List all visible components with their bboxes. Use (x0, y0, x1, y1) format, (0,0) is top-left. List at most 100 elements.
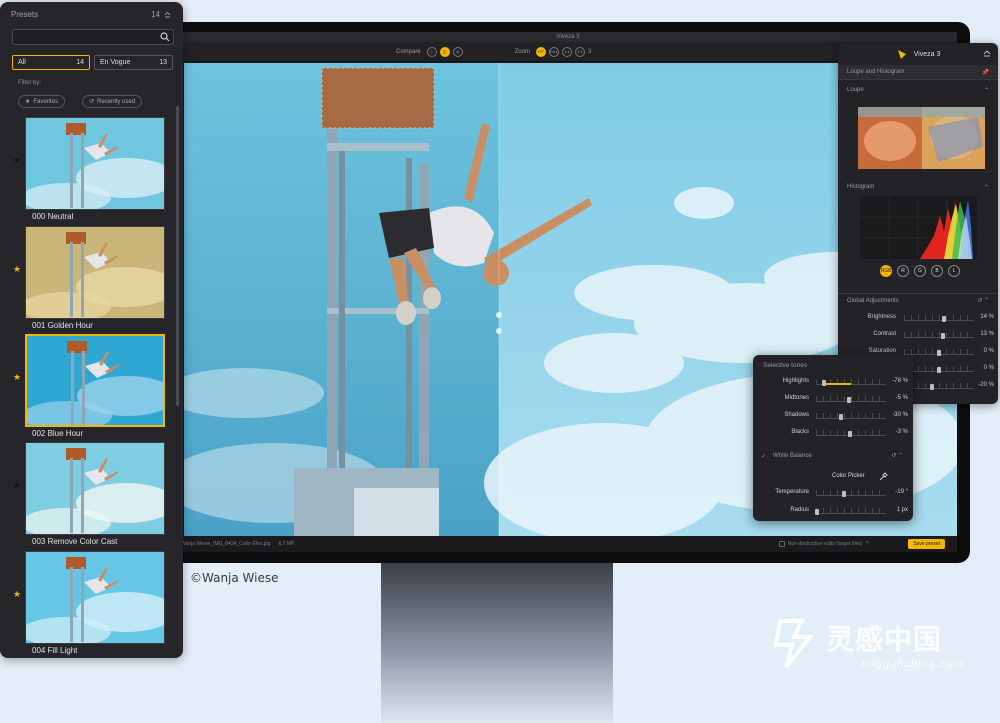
zoom-2-1-button[interactable]: 2:1 (575, 46, 586, 57)
reset-icon[interactable]: ↺ (891, 453, 896, 459)
slider-track[interactable] (816, 418, 886, 419)
favorite-star-icon[interactable]: ★ (13, 589, 21, 600)
adjustments-panel: Viveza 3 Loupe and Histogram 📌 Loupe ⌃ H… (838, 43, 998, 404)
slider-track[interactable] (904, 320, 974, 321)
presets-scrollbar[interactable] (176, 106, 179, 406)
tab-all[interactable]: All 14 (12, 55, 90, 70)
slider-track[interactable] (816, 401, 886, 402)
slider-handle[interactable] (941, 333, 946, 339)
channel-g-button[interactable]: G (914, 265, 926, 277)
zoom-fit-button[interactable]: FIT (536, 46, 547, 57)
watermark: 灵感中国 lingganchina.com (762, 615, 964, 673)
slider-row: Temperature -19 ° (753, 488, 913, 500)
non-destructive-checkbox[interactable] (778, 541, 785, 547)
slider-handle[interactable] (937, 350, 941, 356)
preset-thumbnail[interactable] (25, 442, 165, 535)
tab-all-label: All (18, 59, 26, 66)
slider-handle[interactable] (847, 431, 852, 437)
recently-used-chip[interactable]: ↺ Recently used (82, 95, 143, 108)
channel-r-button[interactable]: R (897, 265, 909, 277)
search-input[interactable] (13, 34, 153, 49)
slider-handle[interactable] (815, 509, 820, 515)
compare-side-by-side-button[interactable]: ◫ (439, 46, 450, 57)
favorite-star-icon[interactable]: ★ (13, 480, 21, 491)
slider-value: -3 % (895, 429, 908, 435)
slider-handle[interactable] (842, 491, 846, 497)
channel-l-button[interactable]: L (948, 265, 960, 277)
slider-handle[interactable] (838, 414, 843, 420)
color-picker-row[interactable]: Color Picker (753, 471, 913, 485)
channel-rgb-button[interactable]: RGB (880, 265, 892, 277)
slider-value: -78 % (892, 378, 908, 384)
slider-handle[interactable] (941, 316, 946, 322)
compare-toggle-button[interactable]: ◎ (452, 46, 463, 57)
loupe-histogram-row[interactable]: Loupe and Histogram 📌 (838, 65, 998, 79)
preset-label: 000 Neutral (32, 212, 74, 221)
preset-thumbnail[interactable] (25, 226, 165, 319)
slider-handle[interactable] (937, 367, 941, 373)
preset-thumbnail[interactable] (25, 551, 165, 644)
zoom-1-1-button[interactable]: 1:1 (562, 46, 573, 57)
checkmark-icon[interactable]: ✓ (761, 453, 766, 460)
preset-thumbnail[interactable] (25, 334, 165, 427)
favorites-chip[interactable]: ★ Favorites (18, 95, 66, 108)
slider-handle[interactable] (846, 397, 851, 403)
loupe-label: Loupe (847, 87, 864, 93)
presets-header: Presets 14 (0, 2, 183, 19)
file-name: Wanja Wiese_IMG_0434_Color Efex.jpg (181, 541, 271, 547)
slider-track[interactable] (904, 388, 974, 389)
slider-value: 1 px (896, 507, 908, 513)
non-destructive-toggle[interactable]: Non-destructive edits (larger files) ? (778, 541, 869, 547)
photo-credit: ©Wanja Wiese (190, 571, 279, 585)
tab-en-vogue-count: 13 (159, 59, 167, 66)
slider-track[interactable] (816, 495, 886, 496)
preset-thumbnail[interactable] (25, 117, 165, 210)
histogram-section-header[interactable]: Histogram ⌃ (838, 180, 998, 194)
megapixels: 6.7 MP (278, 541, 295, 547)
slider-handle[interactable] (821, 380, 826, 386)
white-balance-header[interactable]: ✓ White Balance ↺ ⌃ (753, 451, 913, 465)
slider-value: -5 % (895, 395, 908, 401)
search-icon[interactable] (160, 32, 170, 42)
favorite-star-icon[interactable]: ★ (13, 155, 21, 166)
reset-icon[interactable]: ↺ (977, 298, 982, 304)
slider-label: Highlights (782, 378, 809, 384)
pin-icon[interactable]: 📌 (982, 69, 989, 76)
status-bar: Wanja Wiese_IMG_0434_Color Efex.jpg 6.7 … (179, 536, 957, 552)
slider-label: Radius (790, 507, 809, 513)
chevron-up-icon[interactable]: ⌃ (984, 87, 989, 94)
brand-name: Viveza 3 (913, 50, 941, 58)
slider-label: Saturation (868, 348, 896, 354)
slider-value: 0 % (983, 365, 994, 371)
slider-handle[interactable] (930, 384, 934, 390)
watermark-logo-icon (773, 619, 815, 669)
help-icon[interactable]: ? (866, 541, 869, 547)
slider-label: Blacks (791, 429, 809, 435)
collapse-icon[interactable] (164, 11, 171, 18)
slider-value: 0 % (983, 348, 994, 354)
channel-b-button[interactable]: B (931, 265, 943, 277)
slider-track[interactable] (904, 337, 974, 338)
preset-label: 001 Golden Hour (32, 321, 93, 330)
presets-count: 14 (151, 10, 160, 19)
collapse-icon[interactable] (983, 49, 991, 57)
save-preset-button[interactable]: Save preset (908, 539, 945, 549)
recently-used-label: Recently used (97, 98, 136, 105)
slider-row: Shadows -30 % (753, 411, 913, 423)
chevron-up-icon[interactable]: ⌃ (984, 298, 989, 304)
chevron-up-icon[interactable]: ⌃ (898, 453, 903, 459)
favorite-star-icon[interactable]: ★ (13, 264, 21, 275)
compare-split-button[interactable]: ▯ (426, 46, 437, 57)
slider-row: Midtones -5 % (753, 394, 913, 406)
eyedropper-icon[interactable] (879, 472, 888, 481)
favorite-star-icon[interactable]: ★ (13, 372, 21, 383)
slider-row: Blacks -3 % (753, 428, 913, 440)
preset-label: 003 Remove Color Cast (32, 537, 118, 546)
chevron-up-icon[interactable]: ⌃ (984, 184, 989, 191)
slider-track[interactable] (816, 513, 886, 514)
loupe-section-header[interactable]: Loupe ⌃ (838, 80, 998, 100)
tab-en-vogue[interactable]: En Vogue 13 (94, 55, 173, 70)
zoom-fill-button[interactable]: FILL (549, 46, 560, 57)
presets-title: Presets (11, 10, 39, 19)
global-adjustments-header[interactable]: Global Adjustments ↺ ⌃ (838, 293, 998, 307)
